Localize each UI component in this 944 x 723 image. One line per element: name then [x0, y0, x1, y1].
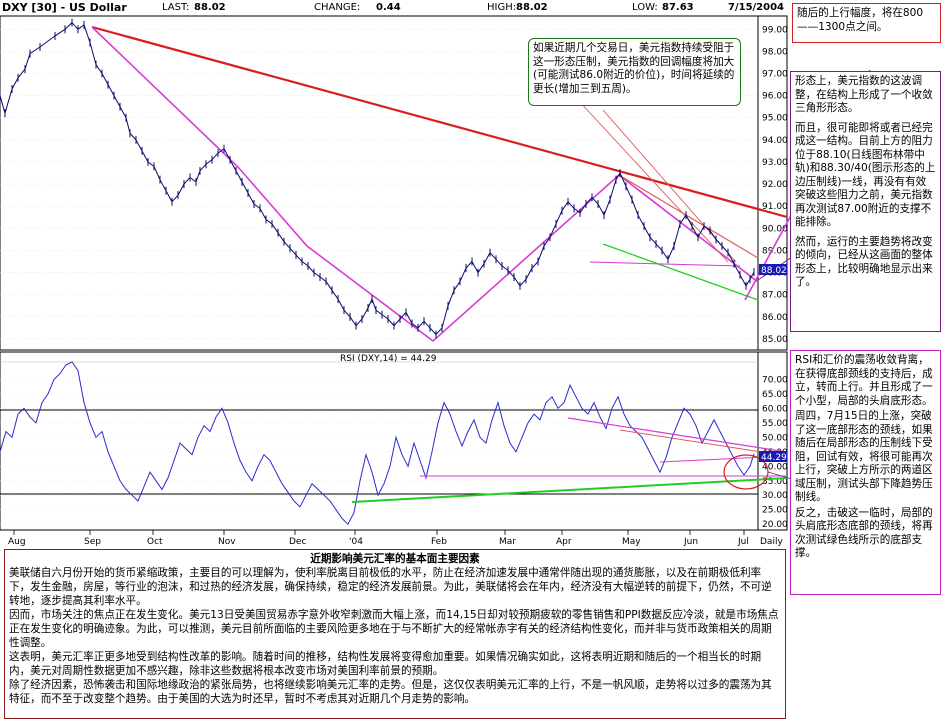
fundamentals-title: 近期影响美元汇率的基本面主要因素 [310, 553, 480, 565]
price-tick-label: 99.00 [762, 25, 788, 35]
rsi-note-box: RSI和汇价的震荡收敛背离，在获得底部颈线的支持后，成立，转而上行。并且形成了一… [790, 350, 941, 595]
rsi-bottom-support-green [351, 477, 788, 503]
last-rsi-tag-text: 44.29 [761, 453, 787, 463]
green-note-box: 如果近期几个交易日，美元指数持续受阻于这一形态压制，美元指数的回调幅度将加大(可… [528, 38, 741, 106]
fundamentals-para-1: 美联储自六月份开始的货币紧缩政策，主要目的可以理解为，使利率脱离目前极低的水平，… [9, 567, 772, 607]
price-tick-label: 93.00 [762, 158, 788, 168]
fundamentals-box: 近期影响美元汇率的基本面主要因素 美联储自六月份开始的货币紧缩政策，主要目的可以… [4, 549, 786, 719]
purple-note-para-1: 形态上，美元指数的这波调整，在结构上形成了一个收敛三角形形态。 [795, 75, 933, 114]
rsi-note-para-2: 周四，7月15日的上涨，突破了这一底部形态的颈线，如果随后在局部形态的压制线下受… [795, 410, 933, 503]
month-tick-label: May [622, 537, 641, 547]
fundamentals-para-4: 除了经济因素，恐怖袭击和国际地缘政治的紧张局势，也将继续影响美元汇率的走势。但是… [9, 679, 772, 705]
price-tick-label: 86.00 [762, 313, 788, 323]
purple-note-para-2: 而且，很可能即将或者已经完成这一结构。目前上方的阻力位于88.10(日线图布林带… [795, 121, 936, 229]
month-tick-label: Jun [683, 537, 698, 547]
month-tick-label: Sep [84, 537, 101, 547]
month-tick-label: Aug [8, 537, 26, 547]
rsi-title: RSI (DXY,14) = 44.29 [340, 354, 437, 364]
month-tick-label: Feb [431, 537, 447, 547]
rsi-tick-label: 60.00 [762, 404, 788, 414]
purple-note-box: 形态上，美元指数的这波调整，在结构上形成了一个收敛三角形形态。 而且，很可能即将… [790, 71, 941, 332]
month-tick-label: '04 [349, 537, 363, 547]
price-tick-label: 94.00 [762, 136, 788, 146]
rsi-gridlines [0, 379, 758, 525]
last-price-tag-text: 88.02 [761, 266, 787, 276]
month-tick-label: Dec [289, 537, 306, 547]
price-tick-label: 96.00 [762, 92, 788, 102]
chart-screenshot: { "header": { "symbol": "DXY [30] - US D… [0, 0, 944, 723]
rsi-tick-label: 25.00 [762, 506, 788, 516]
month-tick-label: Jul [737, 537, 749, 547]
price-tick-label: 97.00 [762, 70, 788, 80]
triangle-lower-green-line [602, 243, 759, 301]
green-note-text: 如果近期几个交易日，美元指数持续受阻于这一形态压制，美元指数的回调幅度将加大(可… [533, 42, 735, 95]
neckline-magenta [589, 261, 741, 267]
rsi-trendlines [351, 417, 796, 503]
price-tick-labels: 85.0086.0087.0088.0089.0090.0091.0092.00… [762, 25, 788, 345]
purple-note-para-3: 然而，运行的主要趋势将改变的倾向，已经从这画面的整体形态上，比较明确地显示出来了… [795, 235, 933, 289]
price-tick-label: 89.00 [762, 246, 788, 256]
triangle-upper-line [618, 174, 759, 259]
rsi-tick-label: 65.00 [762, 390, 788, 400]
rsi-panel-frame [0, 351, 788, 531]
rsi-tick-label: 55.00 [762, 419, 788, 429]
rsi-tick-label: 70.00 [762, 375, 788, 385]
month-tick-label: Mar [499, 537, 516, 547]
rsi-note-para-3: 反之，击破这一临时，局部的头肩底形态底部的颈线，将再次测试绿色线所示的底部支撑。 [795, 506, 933, 560]
fundamentals-para-2: 因而，市场关注的焦点正在发生变化。美元13日受美国贸易赤字意外收窄刺激而大幅上涨… [9, 609, 779, 649]
callout-line-green-box [577, 99, 729, 263]
month-tick-label: Daily [760, 537, 783, 547]
month-tick-label: Nov [218, 537, 236, 547]
month-tick-label: Oct [147, 537, 163, 547]
price-tick-label: 92.00 [762, 180, 788, 190]
red-note-box: 随后的上行幅度，将在800——1300点之间。 [792, 3, 941, 43]
price-tick-label: 98.00 [762, 47, 788, 57]
red-note-text: 随后的上行幅度，将在800——1300点之间。 [797, 7, 924, 33]
month-tick-labels: Aug Sep Oct Nov Dec '04 Feb Mar Apr May Jun Jul Dail… [8, 530, 783, 547]
price-tick-label: 87.00 [762, 291, 788, 301]
rsi-tick-label: 20.00 [762, 520, 788, 530]
rsi-tick-label: 50.00 [762, 433, 788, 443]
price-tick-label: 85.00 [762, 335, 788, 345]
fundamentals-para-3: 这表明，美元汇率正更多地受到结构性改革的影响。随着时间的推移，结构性发展将变得愈… [9, 651, 762, 677]
price-tick-label: 95.00 [762, 114, 788, 124]
rsi-note-para-1: RSI和汇价的震荡收敛背离，在获得底部颈线的支持后，成立，转而上行。并且形成了一… [795, 354, 933, 407]
rsi-tick-label: 30.00 [762, 491, 788, 501]
month-tick-label: Apr [556, 537, 572, 547]
